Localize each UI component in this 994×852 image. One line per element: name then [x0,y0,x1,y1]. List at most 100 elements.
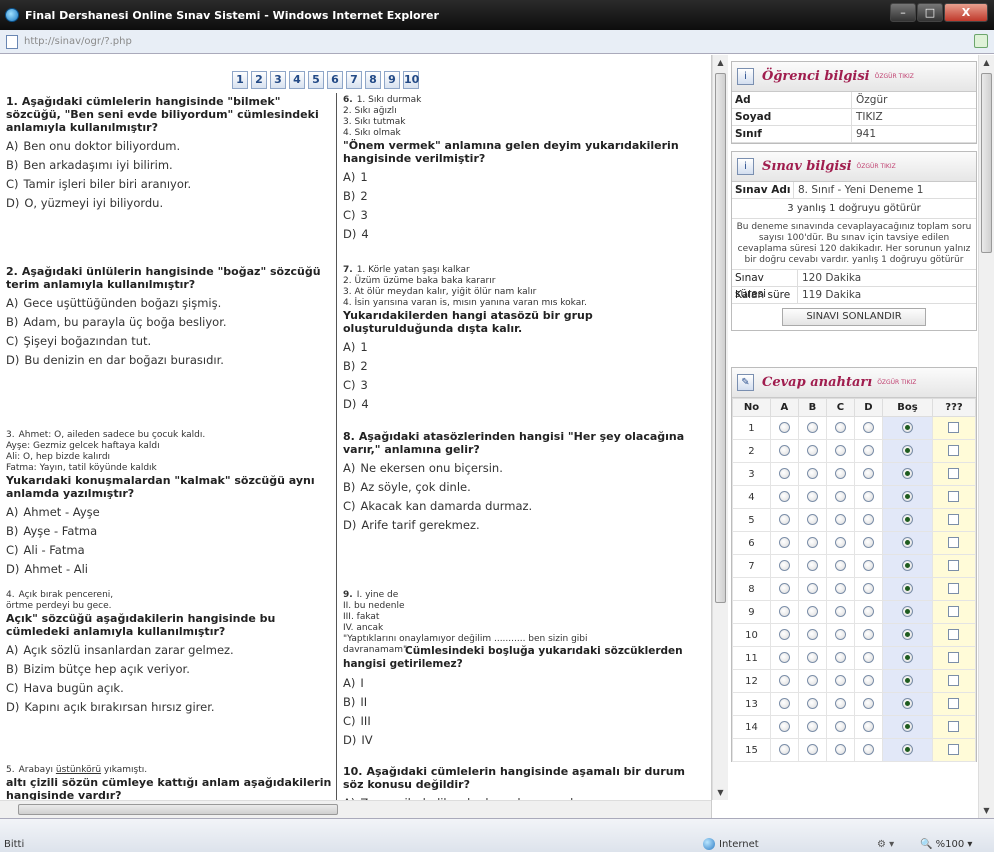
answer-option[interactable]: C) 3 [343,378,695,392]
page-vertical-scrollbar[interactable]: ▲ ▼ [978,55,994,818]
question-page-10[interactable]: 10 [403,71,419,89]
unsure-checkbox[interactable] [948,422,960,434]
answer-option[interactable]: C) Şişeyi boğazından tut. [6,334,332,348]
question-page-3[interactable]: 3 [270,71,286,89]
question-page-9[interactable]: 9 [384,71,400,89]
blank-radio[interactable] [901,422,913,434]
answer-option[interactable]: A) Ne ekersen onu biçersin. [343,461,695,475]
option-radio[interactable] [834,744,846,756]
option-radio[interactable] [834,445,846,457]
blank-radio[interactable] [901,721,913,733]
option-radio[interactable] [778,652,790,664]
option-radio[interactable] [834,537,846,549]
answer-option[interactable]: A) Gece uşüttüğünden boğazı şişmiş. [6,296,332,310]
option-radio[interactable] [806,537,818,549]
option-radio[interactable] [806,744,818,756]
option-radio[interactable] [834,606,846,618]
question-page-8[interactable]: 8 [365,71,381,89]
unsure-checkbox[interactable] [948,629,960,641]
unsure-checkbox[interactable] [948,514,960,526]
blank-radio[interactable] [901,514,913,526]
scroll-down-arrow-icon[interactable]: ▼ [713,785,728,800]
answer-option[interactable]: C) 3 [343,208,695,222]
option-radio[interactable] [778,721,790,733]
blank-radio[interactable] [901,675,913,687]
answer-option[interactable]: B) II [343,695,695,709]
option-radio[interactable] [806,468,818,480]
close-button[interactable]: X [944,3,988,22]
unsure-checkbox[interactable] [948,491,960,503]
answer-option[interactable]: D) 4 [343,227,695,241]
option-radio[interactable] [862,514,874,526]
answer-option[interactable]: D) O, yüzmeyi iyi biliyordu. [6,196,332,210]
option-radio[interactable] [778,445,790,457]
option-radio[interactable] [834,422,846,434]
option-radio[interactable] [778,422,790,434]
option-radio[interactable] [862,675,874,687]
blank-radio[interactable] [901,652,913,664]
unsure-checkbox[interactable] [948,721,960,733]
unsure-checkbox[interactable] [948,606,960,618]
page-scroll-thumb[interactable] [981,73,992,253]
maximize-button[interactable]: □ [917,3,943,22]
option-radio[interactable] [834,468,846,480]
option-radio[interactable] [862,468,874,480]
option-radio[interactable] [834,583,846,595]
option-radio[interactable] [778,629,790,641]
option-radio[interactable] [862,721,874,733]
option-radio[interactable] [806,422,818,434]
answer-option[interactable]: B) Ben arkadaşımı iyi bilirim. [6,158,332,172]
blank-radio[interactable] [901,583,913,595]
question-page-5[interactable]: 5 [308,71,324,89]
option-radio[interactable] [862,491,874,503]
option-radio[interactable] [778,606,790,618]
option-radio[interactable] [834,698,846,710]
questions-scroll-thumb[interactable] [715,73,726,603]
option-radio[interactable] [862,629,874,641]
option-radio[interactable] [806,629,818,641]
horizontal-scrollbar[interactable] [0,800,711,818]
scroll-up-arrow-icon[interactable]: ▲ [713,55,728,70]
option-radio[interactable] [862,445,874,457]
option-radio[interactable] [806,560,818,572]
answer-option[interactable]: C) Akacak kan damarda durmaz. [343,499,695,513]
option-radio[interactable] [862,744,874,756]
option-radio[interactable] [806,675,818,687]
answer-option[interactable]: D) Arife tarif gerekmez. [343,518,695,532]
answer-option[interactable]: D) 4 [343,397,695,411]
option-radio[interactable] [862,537,874,549]
answer-option[interactable]: C) III [343,714,695,728]
answer-option[interactable]: A) Açık sözlü insanlardan zarar gelmez. [6,643,332,657]
unsure-checkbox[interactable] [948,560,960,572]
answer-option[interactable]: C) Hava bugün açık. [6,681,332,695]
answer-option[interactable]: B) Az söyle, çok dinle. [343,480,695,494]
option-radio[interactable] [778,583,790,595]
unsure-checkbox[interactable] [948,537,960,549]
unsure-checkbox[interactable] [948,675,960,687]
question-page-2[interactable]: 2 [251,71,267,89]
answer-option[interactable]: A) I [343,676,695,690]
scroll-down-arrow-icon[interactable]: ▼ [979,803,994,818]
option-radio[interactable] [806,698,818,710]
option-radio[interactable] [806,514,818,526]
option-radio[interactable] [778,537,790,549]
option-radio[interactable] [834,491,846,503]
option-radio[interactable] [806,721,818,733]
answer-option[interactable]: D) Ahmet - Ali [6,562,332,576]
answer-option[interactable]: D) Bu denizin en dar boğazı burasıdır. [6,353,332,367]
blank-radio[interactable] [901,468,913,480]
blank-radio[interactable] [901,744,913,756]
option-radio[interactable] [806,491,818,503]
protected-mode-icon[interactable]: ⚙ ▾ [877,839,894,850]
question-page-7[interactable]: 7 [346,71,362,89]
unsure-checkbox[interactable] [948,445,960,457]
option-radio[interactable] [862,422,874,434]
option-radio[interactable] [778,744,790,756]
option-radio[interactable] [806,583,818,595]
option-radio[interactable] [862,652,874,664]
zoom-level[interactable]: 🔍 %100 ▾ [920,839,972,850]
answer-option[interactable]: B) 2 [343,359,695,373]
blank-radio[interactable] [901,698,913,710]
answer-option[interactable]: B) 2 [343,189,695,203]
option-radio[interactable] [834,675,846,687]
